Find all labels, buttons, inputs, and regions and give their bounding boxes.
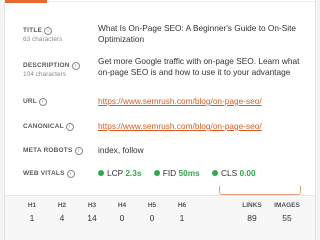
vital-fid: FID 50ms bbox=[153, 168, 200, 178]
vital-value: 0.00 bbox=[239, 168, 256, 178]
stat-h3: H3 14 bbox=[78, 202, 106, 223]
seo-details-panel: TITLE i 63 characters What Is On-Page SEO… bbox=[4, 0, 316, 240]
stat-h2: H2 4 bbox=[48, 202, 76, 223]
stat-label: H4 bbox=[117, 202, 127, 209]
stat-label: H3 bbox=[87, 202, 97, 209]
stat-label: H5 bbox=[147, 202, 157, 209]
title-char-count: 63 characters bbox=[23, 36, 63, 43]
url-label: URL bbox=[23, 98, 37, 105]
title-label-wrap: TITLE i bbox=[23, 27, 53, 35]
url-link[interactable]: https://www.semrush.com/blog/on-page-seo… bbox=[98, 96, 262, 106]
description-row: DESCRIPTION i 104 characters Get more Goo… bbox=[23, 56, 307, 96]
stat-value: 55 bbox=[282, 213, 292, 223]
stat-label: IMAGES bbox=[274, 202, 300, 209]
web-vitals-label-wrap: WEB VITALS i bbox=[23, 170, 75, 178]
stat-h1: H1 1 bbox=[18, 202, 46, 223]
canonical-label: CANONICAL bbox=[23, 123, 64, 130]
stat-label: H1 bbox=[27, 202, 37, 209]
stat-value: 0 bbox=[119, 213, 125, 223]
active-tab-indicator bbox=[5, 0, 47, 3]
description-char-count: 104 characters bbox=[23, 71, 66, 78]
status-good-icon bbox=[98, 170, 104, 176]
canonical-link[interactable]: https://www.semrush.com/blog/on-page-seo… bbox=[98, 121, 262, 131]
info-icon[interactable]: i bbox=[65, 123, 74, 131]
meta-robots-row: META ROBOTS i index, follow bbox=[23, 145, 307, 158]
web-vitals-row: WEB VITALS i LCP 2.3s FID 50ms CLS 0.00 bbox=[23, 168, 307, 181]
meta-robots-label-wrap: META ROBOTS i bbox=[23, 147, 83, 155]
status-good-icon bbox=[212, 170, 219, 176]
stat-label: H2 bbox=[57, 202, 67, 209]
page-stats-bar: H1 1 H2 4 H3 14 H4 0 H5 0 H6 1 LINKS 89 IMAGES 5… bbox=[5, 196, 315, 240]
info-icon[interactable]: i bbox=[71, 62, 80, 70]
info-icon[interactable]: i bbox=[38, 98, 47, 106]
vital-name: CLS bbox=[221, 168, 238, 178]
description-label-wrap: DESCRIPTION i bbox=[23, 62, 80, 70]
vital-value: 2.3s bbox=[125, 168, 142, 178]
title-label: TITLE bbox=[23, 27, 43, 34]
vital-value: 50ms bbox=[178, 168, 200, 178]
vital-cls: CLS 0.00 bbox=[212, 168, 256, 178]
stat-h5: H5 0 bbox=[138, 202, 166, 223]
status-good-icon bbox=[153, 170, 160, 176]
web-vitals-label: WEB VITALS bbox=[23, 170, 65, 177]
meta-robots-value: index, follow bbox=[98, 145, 144, 155]
url-row: URL i https://www.semrush.com/blog/on-pag… bbox=[23, 96, 307, 109]
meta-robots-label: META ROBOTS bbox=[23, 147, 73, 154]
vital-name: FID bbox=[162, 168, 177, 178]
vital-name: LCP bbox=[107, 168, 123, 178]
tab-divider bbox=[47, 1, 315, 2]
vital-lcp: LCP 2.3s bbox=[98, 168, 141, 178]
stat-label: LINKS bbox=[242, 202, 262, 209]
stat-value: 89 bbox=[247, 213, 257, 223]
stat-value: 0 bbox=[149, 213, 155, 223]
stat-label: H6 bbox=[177, 202, 187, 209]
stat-value: 4 bbox=[59, 213, 65, 223]
canonical-label-wrap: CANONICAL i bbox=[23, 123, 74, 131]
info-icon[interactable]: i bbox=[74, 147, 83, 155]
info-icon[interactable]: i bbox=[66, 170, 75, 178]
web-vitals-list: LCP 2.3s FID 50ms CLS 0.00 bbox=[98, 168, 266, 178]
info-icon[interactable]: i bbox=[44, 27, 53, 35]
stat-value: 14 bbox=[87, 213, 97, 223]
stat-h4: H4 0 bbox=[108, 202, 136, 223]
stat-value: 1 bbox=[29, 213, 35, 223]
description-label: DESCRIPTION bbox=[23, 62, 70, 69]
stat-value: 1 bbox=[179, 213, 185, 223]
url-label-wrap: URL i bbox=[23, 98, 47, 106]
stat-links: LINKS 89 bbox=[232, 202, 272, 223]
title-value: What Is On-Page SEO: A Beginner's Guide … bbox=[98, 23, 297, 44]
partially-visible-button[interactable] bbox=[219, 186, 301, 195]
stat-h6: H6 1 bbox=[168, 202, 196, 223]
title-row: TITLE i 63 characters What Is On-Page SEO… bbox=[23, 23, 307, 51]
description-value: Get more Google traffic with on-page SEO… bbox=[98, 56, 300, 77]
canonical-row: CANONICAL i https://www.semrush.com/blog/… bbox=[23, 121, 307, 134]
stat-images: IMAGES 55 bbox=[267, 202, 307, 223]
